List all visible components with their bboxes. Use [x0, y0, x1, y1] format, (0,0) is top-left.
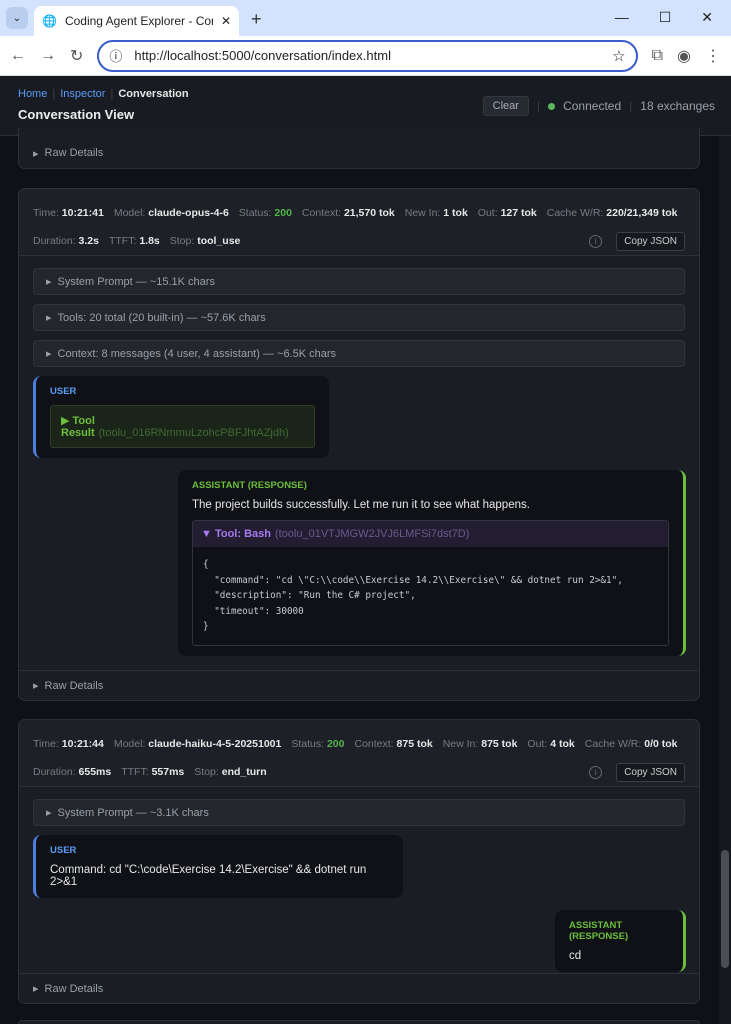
duration: 655ms — [78, 766, 112, 778]
tab-bar: ⌄ 🌐 Coding Agent Explorer - Conve ✕ + — ☐… — [0, 0, 731, 36]
tool-call-toggle[interactable]: ▼ Tool: Bash (toolu_01VTJMGW2JVJ6LMFSi7ds… — [193, 521, 668, 547]
status-dot-icon — [548, 102, 556, 110]
profile-icon[interactable]: ◉ — [677, 46, 691, 66]
page-header: Home | Inspector | Conversation Conversati… — [0, 76, 731, 136]
scrollbar-thumb[interactable] — [721, 850, 729, 968]
url-input[interactable]: ⓘ http://localhost:5000/conversation/ind… — [97, 39, 638, 72]
raw-details-toggle[interactable]: ▸ Raw Details — [19, 670, 699, 700]
info-icon[interactable]: i — [589, 234, 603, 248]
duration: 3.2s — [78, 235, 99, 247]
close-window-button[interactable]: ✕ — [701, 9, 713, 26]
raw-details-toggle[interactable]: ▸ Raw Details — [19, 973, 699, 1003]
assistant-text: cd — [569, 950, 582, 962]
assistant-text: The project builds successfully. Let me … — [192, 499, 530, 511]
ttft: 557ms — [151, 766, 185, 778]
tools-toggle[interactable]: ▸ Tools: 20 total (20 built-in) — ~57.6K … — [33, 304, 685, 331]
address-bar: ← → ↻ ⓘ http://localhost:5000/conversati… — [0, 36, 731, 76]
context: 875 tok — [396, 738, 433, 750]
scrollbar[interactable] — [719, 136, 731, 1024]
stop-reason: tool_use — [197, 235, 241, 247]
out: 127 tok — [500, 207, 537, 219]
new-in: 875 tok — [481, 738, 518, 750]
copy-json-button[interactable]: Copy JSON — [616, 762, 685, 782]
out: 4 tok — [550, 738, 575, 750]
browser-tab[interactable]: 🌐 Coding Agent Explorer - Conve ✕ — [34, 6, 239, 36]
user-message: USER Command: cd "C:\code\Exercise 14.2\… — [33, 835, 403, 898]
tab-search-button[interactable]: ⌄ — [6, 7, 28, 29]
site-info-icon[interactable]: ⓘ — [109, 46, 122, 65]
assistant-message: ASSISTANT (RESPONSE) The project builds … — [178, 470, 686, 656]
clear-button[interactable]: Clear — [482, 96, 529, 116]
ttft: 1.8s — [139, 235, 160, 247]
role-label: ASSISTANT (RESPONSE) — [192, 480, 307, 491]
role-label: USER — [50, 845, 77, 856]
stop-reason: end_turn — [221, 766, 267, 778]
tab-title: Coding Agent Explorer - Conve — [64, 14, 213, 28]
reload-icon[interactable]: ↻ — [70, 46, 83, 66]
role-label: USER — [50, 386, 77, 397]
conversation-list: ▸ Raw Details Time: 10:21:41 Model: claud… — [0, 128, 719, 1024]
forward-icon[interactable]: → — [40, 47, 56, 65]
breadcrumb-inspector[interactable]: Inspector — [60, 88, 105, 100]
status: 200 — [274, 207, 292, 219]
minimize-button[interactable]: — — [615, 9, 629, 26]
extensions-icon[interactable]: ⧉ — [652, 47, 663, 65]
time: 10:21:41 — [61, 207, 104, 219]
connection-status: Connected — [563, 99, 622, 113]
globe-icon: 🌐 — [42, 14, 57, 28]
user-message: USER ▶ Tool Result (toolu_016RNmmuLzohcPB… — [33, 376, 329, 458]
new-tab-button[interactable]: + — [251, 9, 262, 30]
context: 21,570 tok — [343, 207, 395, 219]
back-icon[interactable]: ← — [10, 47, 26, 65]
info-icon[interactable]: i — [589, 765, 603, 779]
cache: 0/0 tok — [644, 738, 678, 750]
exchange-card — [18, 1020, 700, 1024]
tool-call: ▼ Tool: Bash (toolu_01VTJMGW2JVJ6LMFSi7ds… — [192, 520, 669, 646]
time: 10:21:44 — [61, 738, 104, 750]
new-in: 1 tok — [443, 207, 468, 219]
tool-input: { "command": "cd \"C:\\code\\Exercise 14… — [203, 559, 623, 632]
user-text: Command: cd "C:\code\Exercise 14.2\Exerc… — [50, 864, 367, 888]
menu-icon[interactable]: ⋮ — [705, 46, 721, 66]
context-toggle[interactable]: ▸ Context: 8 messages (4 user, 4 assistan… — [33, 340, 685, 367]
exchange-card: ▸ Raw Details — [18, 128, 700, 169]
exchange-count: 18 exchanges — [640, 99, 715, 113]
system-prompt-toggle[interactable]: ▸ System Prompt — ~3.1K chars — [33, 799, 685, 826]
url-text: http://localhost:5000/conversation/index… — [134, 48, 391, 63]
exchange-card: Time: 10:21:44 Model: claude-haiku-4-5-2… — [18, 719, 700, 1004]
model: claude-haiku-4-5-20251001 — [148, 738, 282, 750]
system-prompt-toggle[interactable]: ▸ System Prompt — ~15.1K chars — [33, 268, 685, 295]
breadcrumb-home[interactable]: Home — [18, 88, 47, 100]
maximize-button[interactable]: ☐ — [659, 9, 672, 26]
bookmark-star-icon[interactable]: ☆ — [612, 47, 625, 65]
role-label: ASSISTANT (RESPONSE) — [569, 920, 629, 942]
exchange-card: Time: 10:21:41 Model: claude-opus-4-6 St… — [18, 188, 700, 701]
model: claude-opus-4-6 — [148, 207, 229, 219]
raw-details-toggle[interactable]: ▸ Raw Details — [19, 138, 699, 168]
assistant-message: ASSISTANT (RESPONSE) cd — [555, 910, 686, 972]
tool-result-toggle[interactable]: ▶ Tool Result (toolu_016RNmmuLzohcPBFJhtA… — [50, 405, 315, 448]
cache: 220/21,349 tok — [606, 207, 678, 219]
copy-json-button[interactable]: Copy JSON — [616, 231, 685, 251]
breadcrumb-current: Conversation — [118, 88, 189, 100]
status: 200 — [326, 738, 345, 750]
close-tab-icon[interactable]: ✕ — [221, 14, 231, 28]
